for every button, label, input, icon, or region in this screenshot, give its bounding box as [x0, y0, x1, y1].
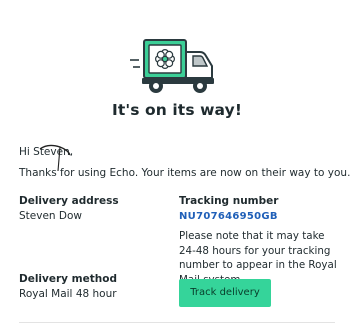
thanks-text: Thanks for using Echo. Your items are no… — [19, 167, 351, 179]
page-title: It's on its way! — [111, 101, 243, 119]
tracking-number-link[interactable]: NU707646950GB — [179, 211, 278, 222]
tracking-number-label: Tracking number — [179, 195, 279, 207]
divider — [19, 322, 335, 323]
delivery-method-value: Royal Mail 48 hour — [19, 288, 117, 300]
delivery-method-label: Delivery method — [19, 273, 117, 285]
delivery-address-name: Steven Dow — [19, 210, 83, 222]
greeting-text: Hi Steven, — [19, 146, 74, 158]
delivery-address-label: Delivery address — [19, 195, 119, 207]
delivery-truck-icon — [128, 38, 220, 96]
track-delivery-button[interactable]: Track delivery — [179, 279, 271, 307]
